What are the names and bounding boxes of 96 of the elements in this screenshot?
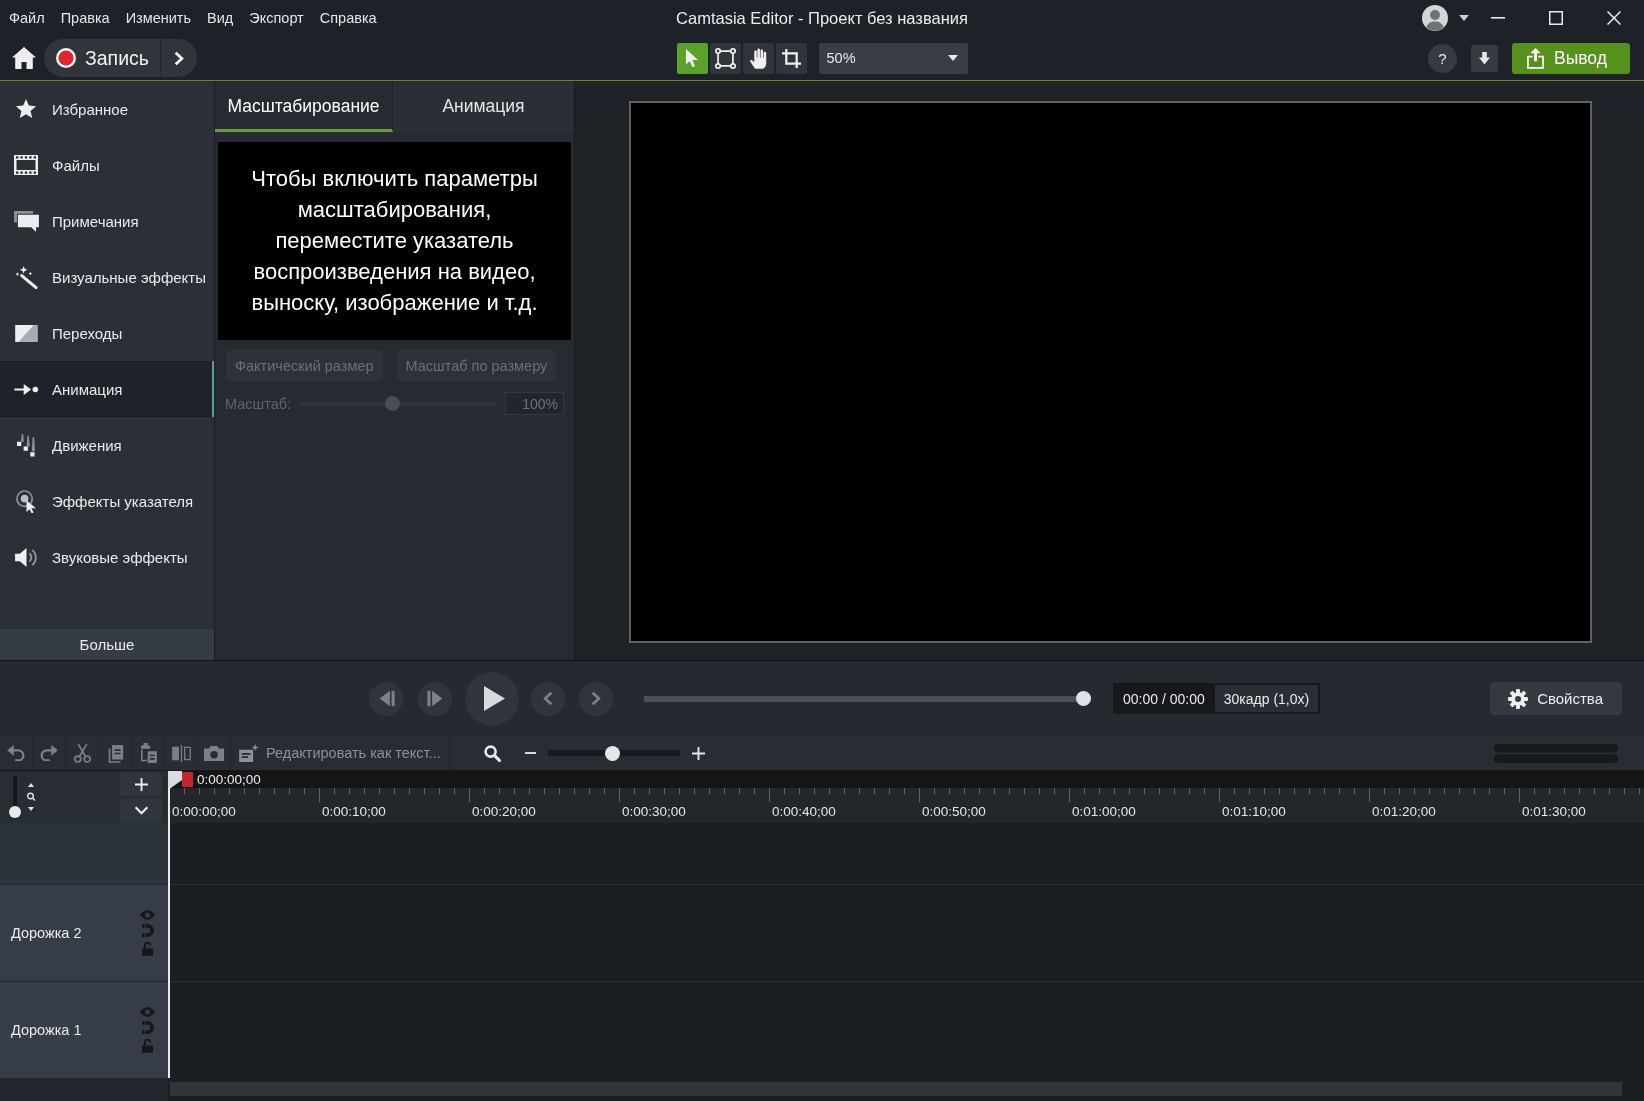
speaker-icon [14, 546, 38, 568]
time-label: 0:00:20;00 [472, 804, 536, 819]
sidebar-item[interactable]: Анимация [0, 361, 214, 417]
chevron-down-icon [133, 805, 149, 815]
sidebar-item[interactable]: Файлы [0, 137, 214, 193]
track-name: Дорожка 2 [11, 925, 82, 941]
zoom-dropdown[interactable]: 50% [818, 42, 968, 74]
time-label: 0:01:20;00 [1372, 804, 1436, 819]
crop-icon [781, 48, 801, 68]
export-button[interactable]: Вывод [1512, 42, 1630, 74]
plus-icon [134, 777, 148, 791]
menu-item[interactable]: Вид [199, 6, 242, 30]
slider-thumb[interactable] [605, 745, 621, 761]
collapse-button[interactable] [120, 798, 162, 822]
cursor-ring-icon [15, 489, 37, 513]
down-arrow-icon [1479, 51, 1490, 65]
sidebar-item[interactable]: Примечания [0, 193, 214, 249]
record-button[interactable]: Запись [44, 39, 160, 77]
properties-button[interactable]: Свойства [1490, 682, 1622, 715]
split-icon [171, 744, 191, 762]
time-label: 0:00:10;00 [322, 804, 386, 819]
menu-item[interactable]: Правка [52, 6, 118, 30]
share-icon [1527, 47, 1544, 69]
camera-icon [204, 745, 224, 761]
chevron-left-icon [543, 691, 553, 706]
minus-icon[interactable] [524, 752, 536, 754]
time-label: 0:01:30;00 [1522, 804, 1586, 819]
sidebar-item[interactable]: Эффекты указателя [0, 473, 214, 529]
hint-message: Чтобы включить параметры масштабирования, переместите указатель воспроизведения на видео, выноску, изображение и т.д. [218, 142, 571, 340]
wand-icon [14, 265, 38, 289]
help-button[interactable]: ? [1428, 43, 1457, 73]
sidebar-item[interactable]: Избранное [0, 81, 214, 137]
cursor-arrow-icon [685, 48, 699, 68]
track-name: Дорожка 1 [11, 1022, 82, 1038]
record-dot-icon [56, 48, 76, 68]
tool-button[interactable] [709, 42, 741, 74]
time-label: 0:01:00;00 [1072, 804, 1136, 819]
time-label: 0:00:50;00 [922, 804, 986, 819]
panel-tab[interactable]: Масштабирование [215, 81, 393, 132]
chevron-right-icon [174, 50, 184, 66]
time-text: 00:00 / 00:00 [1122, 690, 1206, 707]
playhead-time: 0:00:00;00 [197, 772, 261, 787]
maximize-icon[interactable] [1549, 11, 1563, 25]
step-forward-icon [426, 690, 444, 707]
more-button[interactable]: Больше [0, 629, 214, 660]
star-icon [15, 98, 37, 120]
undo-icon [7, 745, 25, 761]
window-title: Camtasia Editor - Проект без названия [676, 8, 968, 28]
clipboard-icon [139, 743, 157, 763]
record-menu-button[interactable] [160, 39, 197, 77]
film-icon [14, 155, 38, 175]
scale-label: Масштаб: [225, 395, 292, 412]
caret-icon [947, 55, 958, 61]
progress-thumb[interactable] [1076, 691, 1091, 706]
play-icon [483, 686, 505, 711]
time-label: 0:01:10;00 [1222, 804, 1286, 819]
split-rectangle-icon [14, 324, 38, 342]
sidebar-item[interactable]: Звуковые эффекты [0, 529, 214, 585]
sidebar-item[interactable]: Переходы [0, 305, 214, 361]
speech-bubble-icon [13, 210, 39, 232]
sidebar-item[interactable]: Визуальные эффекты [0, 249, 214, 305]
avatar-icon[interactable] [1422, 5, 1448, 31]
plus-icon[interactable] [691, 746, 705, 760]
tool-button[interactable] [676, 42, 708, 74]
redo-icon [40, 745, 58, 761]
time-label: 0:00:40;00 [772, 804, 836, 819]
arrow-dot-icon [13, 382, 39, 396]
copy-icon [106, 743, 124, 763]
tool-button[interactable] [775, 42, 807, 74]
slider-thumb[interactable] [9, 806, 21, 818]
scissors-icon [73, 743, 91, 763]
frame-rate-button[interactable]: 30кадр (1,0x) [1214, 685, 1319, 712]
step-back-icon [377, 690, 395, 707]
playhead-handle[interactable] [168, 771, 194, 790]
menu-item[interactable]: Файл [1, 6, 53, 30]
download-button[interactable] [1471, 44, 1498, 72]
sidebar-item[interactable]: Движения [0, 417, 214, 473]
zoom-arrows-icon [26, 783, 36, 811]
falling-squares-icon [16, 433, 36, 457]
close-icon[interactable] [1607, 11, 1621, 25]
corner-handles-icon [714, 47, 736, 69]
menu-item[interactable]: Изменить [117, 6, 200, 30]
tool-button[interactable] [742, 42, 774, 74]
add-track-button[interactable] [120, 772, 162, 796]
panel-tab[interactable]: Анимация [393, 81, 574, 132]
caret-icon[interactable] [1459, 15, 1469, 21]
menu-item[interactable]: Экспорт [241, 6, 312, 30]
search-icon[interactable] [483, 744, 501, 762]
menu-item[interactable]: Справка [311, 6, 385, 30]
time-label: 0:00:30;00 [622, 804, 686, 819]
home-icon[interactable] [12, 47, 36, 69]
chevron-right-icon [591, 691, 601, 706]
sparkle-box-icon [239, 744, 259, 762]
hand-icon [749, 47, 767, 69]
time-label: 0:00:00;00 [172, 804, 236, 819]
horizontal-scrollbar[interactable] [170, 1082, 1622, 1096]
